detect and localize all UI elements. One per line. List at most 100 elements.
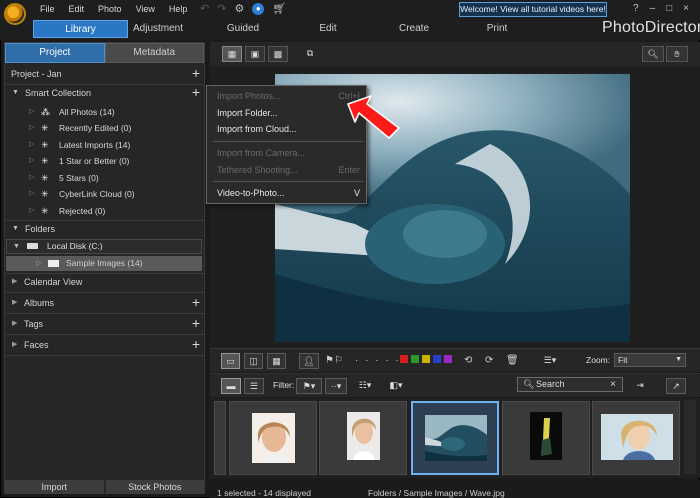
face-tag-icon[interactable]: 👤︎ (299, 353, 319, 369)
layout-compare-icon[interactable]: ◫ (244, 353, 263, 369)
menu-bar: File Edit Photo View Help ↶ ↷ ⚙ ● 🛒︎ Wel… (0, 0, 700, 25)
faces-header[interactable]: ▶ Faces + (5, 337, 204, 353)
smart-item-cyberlink-cloud[interactable]: ▷ ✳ CyberLink Cloud (0) (5, 186, 204, 202)
thumbnail-woman-laughing[interactable] (592, 401, 680, 475)
disk-icon (27, 243, 38, 249)
list-view-icon[interactable]: ☰ (244, 378, 264, 394)
filter-rating-dropdown[interactable]: ··▾ (325, 378, 347, 394)
thumbnail-woman-portrait[interactable] (319, 401, 407, 475)
view-single-icon[interactable]: ▣ (245, 46, 265, 62)
folders-title: Folders (25, 224, 56, 234)
import-button[interactable]: Import (5, 480, 104, 494)
add-face-icon[interactable]: + (192, 337, 200, 352)
tab-adjustment[interactable]: Adjustment (130, 20, 186, 38)
smart-collection-header[interactable]: ▼ Smart Collection + (5, 85, 204, 101)
rotate-right-icon[interactable]: ⟳ (485, 354, 493, 368)
menu-file[interactable]: File (40, 4, 55, 14)
help-icon[interactable]: ? (633, 3, 639, 14)
calendar-view-header[interactable]: ▶ Calendar View (5, 274, 204, 290)
left-panel-bottom-buttons: Import Stock Photos (5, 480, 204, 494)
selection-status: 1 selected - 14 displayed (217, 488, 312, 498)
flag-icon[interactable]: ⚑⚐ (325, 354, 343, 368)
second-display-icon[interactable]: ⧉ (300, 46, 320, 62)
tab-project[interactable]: Project (5, 43, 105, 63)
stack-icon[interactable]: ◧▾ (385, 378, 407, 394)
menu-view[interactable]: View (136, 4, 155, 14)
menu-import-camera[interactable]: Import from Camera... (217, 146, 360, 160)
folders-header[interactable]: ▼ Folders (5, 221, 204, 237)
layout-filmstrip-icon[interactable]: ▭ (221, 353, 240, 369)
search-zoom-icon[interactable]: 🔍︎ (642, 46, 664, 62)
account-icon[interactable]: ● (252, 3, 265, 15)
stock-photos-button[interactable]: Stock Photos (105, 480, 204, 494)
clear-search-icon[interactable]: × (610, 378, 616, 391)
smart-item-recently-edited[interactable]: ▷ ✳ Recently Edited (0) (5, 120, 204, 136)
layout-survey-icon[interactable]: ▦ (267, 353, 286, 369)
redo-icon[interactable]: ↷ (217, 2, 226, 16)
color-label-yellow[interactable] (422, 355, 430, 363)
tab-print[interactable]: Print (482, 20, 512, 38)
settings-gear-icon[interactable]: ⚙ (234, 2, 244, 16)
filter-flag-dropdown[interactable]: ⚑▾ (296, 378, 322, 394)
filter-label: Filter: (273, 380, 295, 390)
sample-images-folder[interactable]: ▷ Sample Images (14) (6, 256, 202, 271)
sort-menu-icon[interactable]: ☰▾ (540, 353, 560, 369)
menu-import-cloud[interactable]: Import from Cloud... (217, 122, 360, 136)
color-label-purple[interactable] (444, 355, 452, 363)
zoom-select[interactable]: Fit ▼ (614, 353, 686, 367)
menu-import-folder[interactable]: Import Folder... (217, 106, 360, 120)
view-grid-icon[interactable]: ▩ (268, 46, 288, 62)
smart-item-1-star[interactable]: ▷ ✳ 1 Star or Better (0) (5, 153, 204, 169)
smart-item-rejected[interactable]: ▷ ✳ Rejected (0) (5, 203, 204, 219)
cart-icon[interactable]: 🛒︎ (272, 2, 286, 16)
sample-images-label: Sample Images (14) (66, 258, 143, 268)
menu-video-to-photo[interactable]: Video-to-Photo... V (217, 186, 360, 200)
tab-create[interactable]: Create (394, 20, 434, 38)
menu-photo[interactable]: Photo (98, 4, 122, 14)
close-icon[interactable]: × (683, 3, 689, 14)
smart-item-all-photos[interactable]: ▷ ⁂ All Photos (14) (5, 104, 204, 120)
menu-tethered-shooting[interactable]: Tethered Shooting... Enter (217, 163, 360, 177)
local-disk-label: Local Disk (C:) (47, 241, 103, 251)
hand-pan-icon[interactable]: ✋︎ (666, 46, 688, 62)
menu-edit[interactable]: Edit (69, 4, 85, 14)
add-tag-icon[interactable]: + (192, 316, 200, 331)
menu-help[interactable]: Help (169, 4, 188, 14)
color-label-blue[interactable] (433, 355, 441, 363)
filmstrip-scrollbar[interactable] (684, 400, 696, 474)
view-browser-icon[interactable]: ▦ (222, 46, 242, 62)
albums-header[interactable]: ▶ Albums + (5, 295, 204, 311)
color-label-red[interactable] (400, 355, 408, 363)
smart-item-latest-imports[interactable]: ▷ ✳ Latest Imports (14) (5, 137, 204, 153)
tab-library[interactable]: Library (33, 20, 128, 38)
delete-icon[interactable]: 🗑︎ (506, 354, 519, 368)
maximize-icon[interactable]: □ (666, 3, 672, 14)
thumbnail-partial[interactable] (214, 401, 226, 475)
star-rating-icon[interactable]: · · · · · (355, 354, 401, 368)
tab-edit[interactable]: Edit (313, 20, 343, 38)
undo-icon[interactable]: ↶ (200, 2, 209, 16)
search-input[interactable]: 🔍︎ Search × (517, 377, 623, 392)
thumbnail-view-icon[interactable]: ▬ (221, 378, 241, 394)
tab-guided[interactable]: Guided (222, 20, 264, 38)
minimize-icon[interactable]: – (650, 3, 656, 14)
add-smart-collection-icon[interactable]: + (192, 85, 200, 100)
smart-item-5-stars[interactable]: ▷ ✳ 5 Stars (0) (5, 170, 204, 186)
app-logo-icon[interactable] (4, 3, 26, 25)
filter-sort-icon[interactable]: ☷▾ (354, 378, 376, 394)
rotate-left-icon[interactable]: ⟲ (464, 354, 472, 368)
welcome-banner[interactable]: Welcome! View all tutorial videos here! (459, 2, 607, 17)
local-disk-row[interactable]: ▼ Local Disk (C:) (6, 239, 202, 254)
share-icon[interactable]: ↗ (666, 378, 686, 394)
color-label-green[interactable] (411, 355, 419, 363)
menu-import-photos[interactable]: Import Photos... Ctrl+I (217, 89, 360, 103)
add-album-icon[interactable]: + (192, 295, 200, 310)
tags-header[interactable]: ▶ Tags + (5, 316, 204, 332)
thumbnail-dark-window[interactable] (502, 401, 590, 475)
thumbnail-wave-selected[interactable] (411, 401, 499, 475)
tab-metadata[interactable]: Metadata (104, 43, 204, 63)
thumbnail-woman-smiling[interactable] (229, 401, 317, 475)
rejected-icon: ✳ (41, 206, 49, 216)
add-project-icon[interactable]: + (192, 66, 200, 81)
export-icon[interactable]: ⇥ (630, 378, 650, 394)
